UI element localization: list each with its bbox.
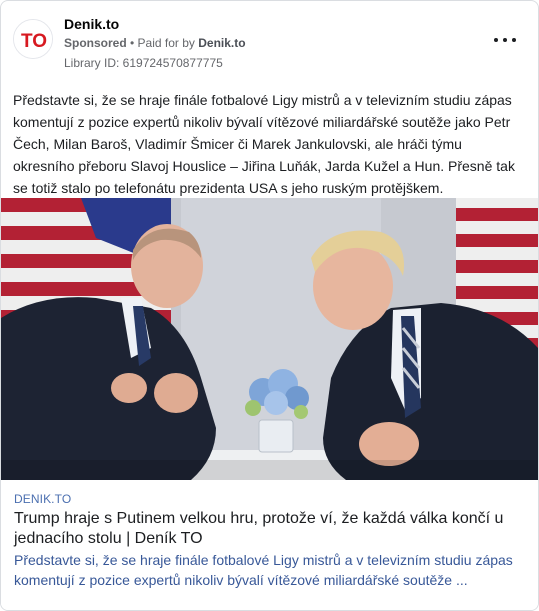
link-description[interactable]: Představte si, že se hraje finále fotbal…	[14, 550, 524, 590]
denik-to-logo-icon: TO	[14, 20, 52, 58]
post-image[interactable]	[1, 198, 538, 480]
post-body-text: Představte si, že se hraje finále fotbal…	[13, 92, 515, 196]
more-horizontal-icon	[512, 38, 516, 42]
more-horizontal-icon	[494, 38, 498, 42]
library-id: Library ID: 619724570877775	[64, 56, 223, 70]
avatar[interactable]: TO	[13, 19, 53, 59]
more-options-button[interactable]	[494, 33, 516, 47]
link-preview[interactable]: DENIK.TO Trump hraje s Putinem velkou hr…	[1, 480, 538, 610]
post-header: TO Denik.to Sponsored • Paid for by Deni…	[13, 11, 526, 73]
ad-card: TO Denik.to Sponsored • Paid for by Deni…	[0, 0, 539, 611]
photo-illustration	[1, 198, 538, 480]
svg-text:TO: TO	[21, 31, 47, 52]
sponsored-meta: Sponsored • Paid for by Denik.to	[64, 36, 246, 50]
link-domain[interactable]: DENIK.TO	[14, 492, 71, 506]
paid-for-prefix: • Paid for by	[126, 36, 199, 50]
paid-for-by-name[interactable]: Denik.to	[198, 36, 245, 50]
page-name[interactable]: Denik.to	[64, 16, 119, 32]
sponsored-label: Sponsored	[64, 36, 127, 50]
more-horizontal-icon	[503, 38, 507, 42]
link-title[interactable]: Trump hraje s Putinem velkou hru, protož…	[14, 509, 524, 549]
